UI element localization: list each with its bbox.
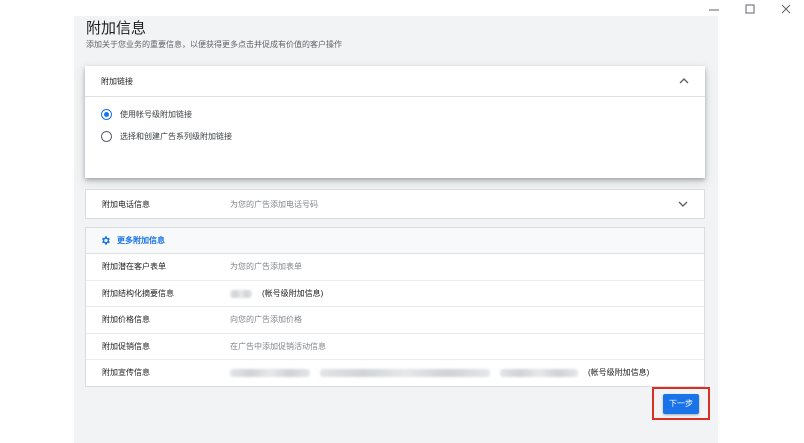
page-subtitle: 添加关于您业务的重要信息，以便获得更多点击并促成有价值的客户操作 <box>86 40 342 49</box>
gear-icon <box>102 236 110 245</box>
sitelinks-option-campaign[interactable]: 选择和创建广告系列级附加链接 <box>85 125 705 147</box>
minimize-icon <box>709 9 719 11</box>
extension-row-lead-form[interactable]: 附加潜在客户表单 为您的广告添加表单 <box>86 254 704 281</box>
extension-desc: 为您的广告添加表单 <box>230 262 302 272</box>
redacted-value <box>320 369 490 378</box>
extension-row-promotion[interactable]: 附加促销信息 在广告中添加促销活动信息 <box>86 334 704 360</box>
more-extensions-panel: 更多附加信息 附加潜在客户表单 为您的广告添加表单 附加结构化摘要信息 (帐号级… <box>85 227 705 387</box>
maximize-button[interactable] <box>732 0 768 18</box>
extension-desc: 向您的广告添加价格 <box>230 315 302 325</box>
extension-desc: 在广告中添加促销活动信息 <box>230 341 326 351</box>
sitelinks-header[interactable]: 附加链接 <box>85 66 705 97</box>
page-header: 附加信息 添加关于您业务的重要信息，以便获得更多点击并促成有价值的客户操作 <box>86 20 342 50</box>
sitelinks-option-account[interactable]: 使用帐号级附加链接 <box>85 103 705 125</box>
extension-label: 附加潜在客户表单 <box>102 262 166 272</box>
close-button[interactable] <box>768 0 804 18</box>
extension-row-callout[interactable]: 附加宣传信息 (帐号级附加信息) <box>86 360 704 386</box>
radio-selected-icon[interactable] <box>101 108 112 120</box>
next-button[interactable]: 下一步 <box>663 393 699 414</box>
sitelinks-option-label: 使用帐号级附加链接 <box>120 109 192 119</box>
redacted-value <box>500 369 578 378</box>
extension-label: 附加价格信息 <box>102 315 150 325</box>
redacted-value <box>230 289 252 298</box>
extension-label: 附加宣传信息 <box>102 368 150 378</box>
chevron-up-icon[interactable] <box>679 76 689 86</box>
chevron-down-icon[interactable] <box>678 199 688 209</box>
call-label: 附加电话信息 <box>102 199 150 209</box>
account-level-note: (帐号级附加信息) <box>262 288 324 298</box>
extension-label: 附加促销信息 <box>102 341 150 351</box>
radio-unselected-icon[interactable] <box>101 130 112 142</box>
extension-row-structured-snippet[interactable]: 附加结构化摘要信息 (帐号级附加信息) <box>86 281 704 307</box>
extension-row-price[interactable]: 附加价格信息 向您的广告添加价格 <box>86 307 704 334</box>
sitelinks-panel: 附加链接 使用帐号级附加链接 选择和创建广告系列级附加链接 <box>85 66 705 178</box>
extension-label: 附加结构化摘要信息 <box>102 288 174 298</box>
more-extensions-title: 更多附加信息 <box>117 236 165 245</box>
maximize-icon <box>745 4 755 14</box>
redacted-value <box>230 369 310 378</box>
call-extension-row[interactable]: 附加电话信息 为您的广告添加电话号码 <box>85 189 705 219</box>
sitelinks-title: 附加链接 <box>101 76 133 86</box>
account-level-note: (帐号级附加信息) <box>588 368 650 378</box>
next-button-highlight: 下一步 <box>652 387 710 420</box>
sitelinks-option-label: 选择和创建广告系列级附加链接 <box>120 131 232 141</box>
page-title: 附加信息 <box>86 20 147 37</box>
extensions-sheet: 附加信息 添加关于您业务的重要信息，以便获得更多点击并促成有价值的客户操作 附加… <box>74 16 718 443</box>
call-desc: 为您的广告添加电话号码 <box>230 199 318 209</box>
more-extensions-header: 更多附加信息 <box>86 228 704 254</box>
close-icon <box>781 4 791 14</box>
